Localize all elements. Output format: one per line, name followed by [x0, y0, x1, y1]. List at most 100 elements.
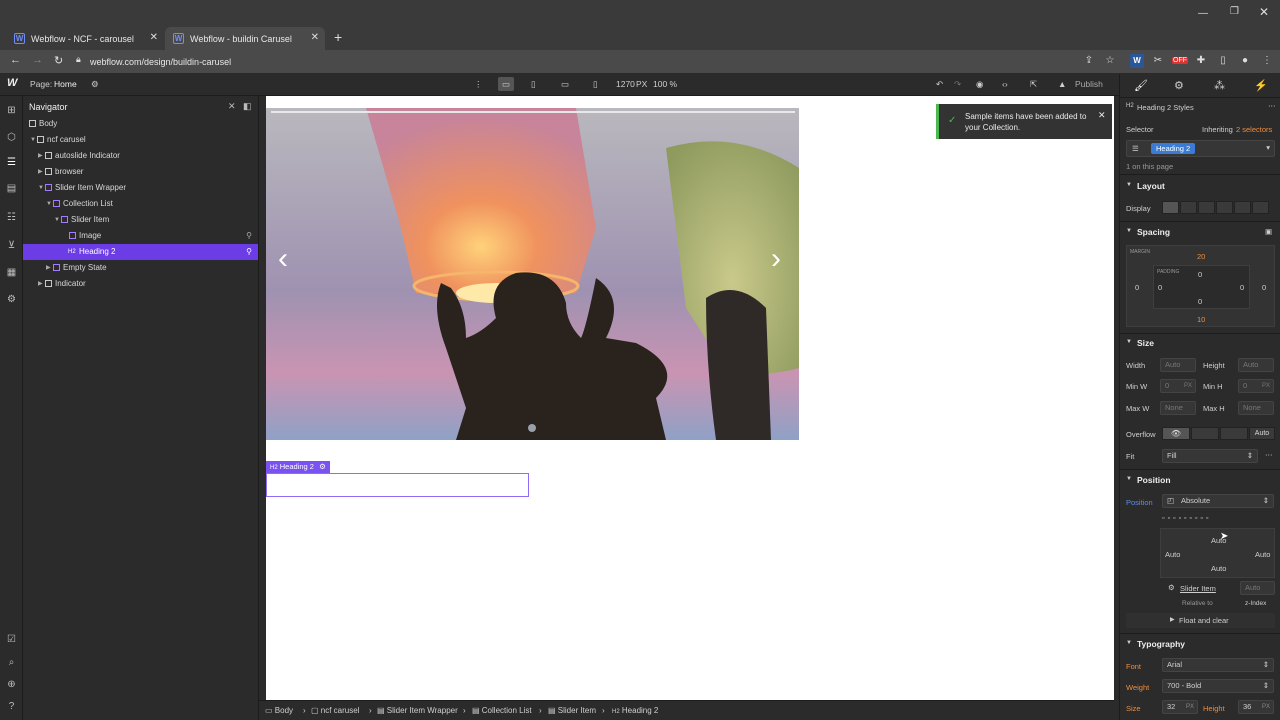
- position-select[interactable]: ◰ Absolute ⇕: [1162, 494, 1274, 508]
- ecommerce-icon[interactable]: ⊻: [5, 239, 18, 252]
- heading-2-element[interactable]: [266, 473, 529, 497]
- collapse-caret-icon[interactable]: ▼: [1126, 182, 1132, 188]
- caret-right-icon[interactable]: ▶: [38, 148, 43, 164]
- add-elements-icon[interactable]: ⊞: [5, 104, 18, 117]
- slider-prev-arrow[interactable]: ‹: [278, 242, 288, 276]
- caret-right-icon[interactable]: ▶: [46, 260, 51, 276]
- settings-icon[interactable]: ⚙: [5, 293, 18, 306]
- height-field[interactable]: Auto: [1238, 358, 1274, 372]
- padding-right-value[interactable]: 0: [1240, 283, 1244, 292]
- breadcrumb-ncf-carusel[interactable]: ▢ ncf carusel: [311, 706, 359, 715]
- margin-right-value[interactable]: 0: [1262, 283, 1266, 292]
- display-inline-button[interactable]: [1234, 201, 1251, 214]
- caret-down-icon[interactable]: ▼: [30, 132, 36, 148]
- zindex-field[interactable]: Auto: [1240, 581, 1275, 595]
- position-bottom-value[interactable]: Auto: [1211, 564, 1226, 573]
- redo-icon[interactable]: ↷: [954, 79, 961, 90]
- collapse-caret-icon[interactable]: ▼: [1126, 476, 1132, 482]
- fit-more-icon[interactable]: ⋯: [1265, 450, 1273, 459]
- tab-ncf-carousel[interactable]: W Webflow - NCF - carousel ✕: [6, 27, 164, 50]
- tree-item-autoslide-indicator[interactable]: ▶ autoslide Indicator: [23, 148, 258, 164]
- caret-right-icon[interactable]: ▶: [38, 276, 43, 292]
- selector-field[interactable]: ☰ Heading 2 ▾: [1126, 140, 1275, 157]
- tab-buildin-carusel[interactable]: W Webflow - buildin Carusel ✕: [165, 27, 325, 50]
- navigator-icon[interactable]: ☰: [5, 156, 18, 169]
- extension-off-icon[interactable]: OFF: [1172, 54, 1188, 68]
- typography-title[interactable]: Typography: [1137, 639, 1185, 649]
- tree-item-slider-item-wrapper[interactable]: ▼ Slider Item Wrapper: [23, 180, 258, 196]
- puzzle-icon[interactable]: ✚: [1194, 54, 1208, 68]
- overflow-visible-button[interactable]: 👁︎: [1162, 427, 1190, 440]
- element-settings-tab-icon[interactable]: ⚙: [1174, 79, 1184, 92]
- code-icon[interactable]: ‹›: [1002, 79, 1008, 89]
- interactions-icon[interactable]: ⚡: [1254, 79, 1268, 92]
- padding-bottom-value[interactable]: 0: [1198, 297, 1202, 306]
- page-settings-icon[interactable]: ⚙: [91, 79, 99, 90]
- collapse-caret-icon[interactable]: ▼: [1126, 640, 1132, 646]
- breadcrumb-slider-item[interactable]: ▤ Slider Item: [548, 706, 596, 715]
- close-tab-icon[interactable]: ✕: [150, 32, 158, 43]
- fit-select[interactable]: Fill ⇕: [1162, 449, 1258, 463]
- back-icon[interactable]: ←: [10, 54, 21, 66]
- overflow-auto-button[interactable]: Auto: [1249, 427, 1275, 440]
- close-tab-icon[interactable]: ✕: [311, 32, 319, 43]
- caret-down-icon[interactable]: ▼: [54, 212, 60, 228]
- breadcrumb-heading-2[interactable]: H2 Heading 2: [612, 706, 658, 715]
- max-width-field[interactable]: None: [1160, 401, 1196, 415]
- more-icon[interactable]: ⋮: [474, 79, 483, 90]
- url-input[interactable]: webflow.com/design/buildin-carusel: [90, 54, 231, 70]
- spacing-title[interactable]: Spacing: [1137, 227, 1170, 237]
- layout-title[interactable]: Layout: [1137, 181, 1165, 191]
- tree-item-browser[interactable]: ▶ browser: [23, 164, 258, 180]
- display-inline-block-button[interactable]: [1216, 201, 1233, 214]
- display-block-button[interactable]: [1162, 201, 1179, 214]
- breadcrumb-body[interactable]: ▭ Body: [265, 706, 293, 715]
- inheriting-count[interactable]: 2 selectors: [1236, 125, 1272, 134]
- breakpoint-tablet-icon[interactable]: ▯: [531, 79, 536, 90]
- selector-dropdown-icon[interactable]: ▾: [1266, 142, 1270, 154]
- webflow-logo[interactable]: W: [7, 77, 17, 89]
- breakpoint-desktop-icon[interactable]: ▭: [498, 77, 514, 91]
- size-title[interactable]: Size: [1137, 338, 1154, 348]
- line-height-unit[interactable]: PX: [1262, 701, 1270, 713]
- caret-right-icon[interactable]: ▶: [38, 164, 43, 180]
- relative-item-name[interactable]: Slider Item: [1180, 584, 1216, 593]
- breakpoint-landscape-icon[interactable]: ▭: [561, 79, 569, 90]
- tree-item-ncf-carusel[interactable]: ▼ ncf carusel: [23, 132, 258, 148]
- display-grid-button[interactable]: [1198, 201, 1215, 214]
- pin-navigator-icon[interactable]: ◧: [243, 101, 252, 112]
- tree-item-image[interactable]: Image ⚲: [23, 228, 258, 244]
- publish-rocket-icon[interactable]: ▲: [1058, 79, 1066, 89]
- close-toast-icon[interactable]: ✕: [1098, 110, 1106, 121]
- export-icon[interactable]: ⇱: [1030, 79, 1037, 90]
- min-width-field[interactable]: 0 PX: [1160, 379, 1196, 393]
- overflow-scroll-button[interactable]: [1220, 427, 1248, 440]
- padding-left-value[interactable]: 0: [1158, 283, 1162, 292]
- publish-button[interactable]: Publish: [1075, 79, 1103, 89]
- new-tab-button[interactable]: +: [334, 29, 342, 45]
- sidebar-icon[interactable]: ▯: [1216, 54, 1230, 68]
- style-brush-icon[interactable]: 🖌︎: [1134, 79, 1148, 92]
- menu-kebab-icon[interactable]: ⋮: [1260, 54, 1274, 68]
- element-settings-icon[interactable]: ⚙: [319, 462, 326, 471]
- slider-image[interactable]: ‹ ›: [266, 108, 799, 440]
- caret-down-icon[interactable]: ▼: [38, 180, 44, 196]
- reload-icon[interactable]: ↻: [54, 54, 63, 67]
- tree-item-heading-2[interactable]: H2 Heading 2 ⚲: [23, 244, 258, 260]
- extension-icon[interactable]: ✂: [1151, 54, 1165, 68]
- forward-icon[interactable]: →: [32, 54, 43, 66]
- tree-item-indicator[interactable]: ▶ Indicator: [23, 276, 258, 292]
- breakpoint-mobile-icon[interactable]: ▯: [593, 79, 598, 90]
- checklist-icon[interactable]: ☑: [5, 633, 18, 646]
- help-icon[interactable]: ?: [5, 700, 18, 713]
- margin-left-value[interactable]: 0: [1135, 283, 1139, 292]
- preview-icon[interactable]: ◉: [976, 79, 983, 90]
- restore-icon[interactable]: ❐: [1230, 6, 1239, 17]
- word-extension-icon[interactable]: W: [1130, 54, 1144, 68]
- apps-icon[interactable]: ⊕: [5, 678, 18, 691]
- collapse-caret-icon[interactable]: ▼: [1126, 339, 1132, 345]
- line-height-field[interactable]: 36 PX: [1238, 700, 1274, 714]
- position-title[interactable]: Position: [1137, 475, 1171, 485]
- weight-select[interactable]: 700 - Bold ⇕: [1162, 679, 1274, 693]
- float-clear-toggle[interactable]: ▶ Float and clear: [1126, 613, 1275, 628]
